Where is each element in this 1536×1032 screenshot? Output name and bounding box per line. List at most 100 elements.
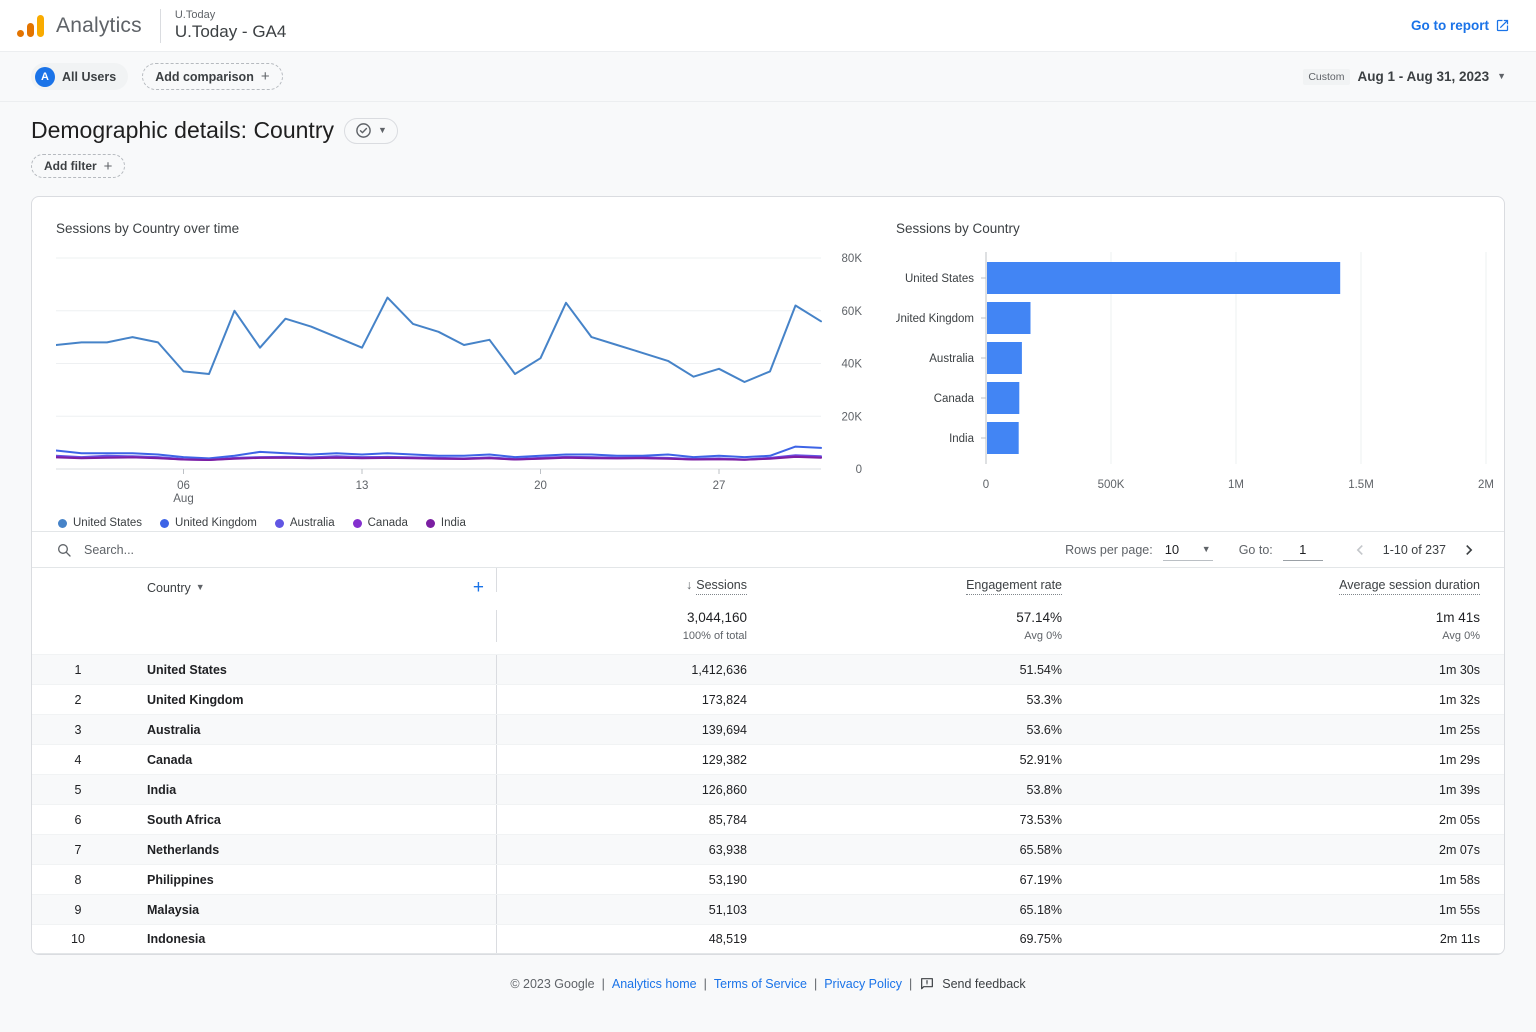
row-engagement: 53.3% xyxy=(759,693,1074,707)
svg-text:20K: 20K xyxy=(842,411,863,423)
row-country: South Africa xyxy=(124,813,496,827)
dimension-header-label[interactable]: Country xyxy=(147,581,191,595)
previous-page-button[interactable] xyxy=(1349,539,1371,561)
svg-text:13: 13 xyxy=(356,480,369,492)
totals-duration: 1m 41s Avg 0% xyxy=(1074,610,1504,642)
legend-dot-icon xyxy=(58,519,67,528)
engagement-header-label[interactable]: Engagement rate xyxy=(966,578,1062,595)
report-status-menu[interactable]: ▼ xyxy=(344,118,398,144)
analytics-home-link[interactable]: Analytics home xyxy=(612,977,697,991)
go-to-report-link[interactable]: Go to report xyxy=(1411,18,1510,33)
table-row: 3Australia139,69453.6%1m 25s xyxy=(32,714,1504,744)
send-feedback-label: Send feedback xyxy=(942,977,1025,991)
svg-text:India: India xyxy=(949,433,975,445)
totals-engagement: 57.14% Avg 0% xyxy=(759,610,1074,642)
add-comparison-chip[interactable]: Add comparison + xyxy=(142,63,282,90)
next-page-button[interactable] xyxy=(1458,539,1480,561)
plus-icon: + xyxy=(104,159,113,174)
row-country: India xyxy=(124,783,496,797)
row-sessions: 173,824 xyxy=(496,685,759,714)
duration-header-label[interactable]: Average session duration xyxy=(1339,578,1480,595)
comparison-bar: A All Users Add comparison + Custom Aug … xyxy=(0,52,1536,102)
totals-sessions-value: 3,044,160 xyxy=(497,610,747,625)
row-engagement: 52.91% xyxy=(759,753,1074,767)
legend-label: India xyxy=(441,517,466,529)
table-row: 5India126,86053.8%1m 39s xyxy=(32,774,1504,804)
svg-text:1M: 1M xyxy=(1228,479,1244,491)
legend-label: United Kingdom xyxy=(175,517,257,529)
line-chart-title: Sessions by Country over time xyxy=(56,221,866,236)
property-switcher[interactable]: U.Today U.Today - GA4 xyxy=(175,9,287,42)
rows-per-page-select[interactable]: 10 ▼ xyxy=(1163,539,1213,561)
date-range-picker[interactable]: Custom Aug 1 - Aug 31, 2023 ▼ xyxy=(1303,69,1506,85)
totals-sessions: 3,044,160 100% of total xyxy=(496,610,759,642)
sessions-column-header: ↓ Sessions xyxy=(496,568,759,592)
svg-text:Aug: Aug xyxy=(173,493,193,505)
svg-text:0: 0 xyxy=(856,464,862,476)
row-duration: 1m 55s xyxy=(1074,903,1504,917)
svg-text:0: 0 xyxy=(983,479,989,491)
row-country: Philippines xyxy=(124,873,496,887)
brand-name: Analytics xyxy=(56,14,142,38)
legend-dot-icon xyxy=(160,519,169,528)
separator: | xyxy=(602,977,605,991)
privacy-policy-link[interactable]: Privacy Policy xyxy=(824,977,902,991)
row-rank: 8 xyxy=(32,873,124,887)
row-sessions: 126,860 xyxy=(496,775,759,804)
svg-text:20: 20 xyxy=(534,480,547,492)
property-label: U.Today - GA4 xyxy=(175,22,287,42)
add-filter-chip[interactable]: Add filter + xyxy=(31,154,125,178)
row-engagement: 53.8% xyxy=(759,783,1074,797)
plus-icon: + xyxy=(261,69,270,84)
send-feedback-button[interactable]: Send feedback xyxy=(919,976,1025,992)
row-country: United States xyxy=(124,663,496,677)
chevron-down-icon[interactable]: ▼ xyxy=(196,583,205,592)
sort-descending-icon: ↓ xyxy=(686,578,692,592)
row-sessions: 53,190 xyxy=(496,865,759,894)
row-sessions: 1,412,636 xyxy=(496,655,759,684)
row-duration: 1m 32s xyxy=(1074,693,1504,707)
row-engagement: 67.19% xyxy=(759,873,1074,887)
go-to-page-input[interactable] xyxy=(1283,539,1323,561)
analytics-brand[interactable]: Analytics xyxy=(16,14,142,38)
add-dimension-button[interactable]: + xyxy=(473,578,484,597)
feedback-icon xyxy=(919,976,935,992)
row-sessions: 129,382 xyxy=(496,745,759,774)
table-row: 7Netherlands63,93865.58%2m 07s xyxy=(32,834,1504,864)
search-input[interactable] xyxy=(82,542,362,558)
row-rank: 5 xyxy=(32,783,124,797)
row-rank: 6 xyxy=(32,813,124,827)
terms-of-service-link[interactable]: Terms of Service xyxy=(714,977,807,991)
legend-item: India xyxy=(426,517,466,529)
svg-text:500K: 500K xyxy=(1098,479,1125,491)
legend-item: United States xyxy=(58,517,142,529)
row-rank: 10 xyxy=(32,932,124,946)
row-duration: 1m 39s xyxy=(1074,783,1504,797)
row-engagement: 65.58% xyxy=(759,843,1074,857)
line-chart-section: Sessions by Country over time 020K40K60K… xyxy=(56,221,866,529)
separator: | xyxy=(814,977,817,991)
table-row: 8Philippines53,19067.19%1m 58s xyxy=(32,864,1504,894)
svg-text:Australia: Australia xyxy=(929,353,974,365)
date-range-value: Aug 1 - Aug 31, 2023 xyxy=(1358,69,1490,84)
divider xyxy=(160,9,161,43)
search-box xyxy=(56,542,396,558)
row-duration: 2m 07s xyxy=(1074,843,1504,857)
row-sessions: 63,938 xyxy=(496,835,759,864)
all-users-chip[interactable]: A All Users xyxy=(31,63,128,90)
row-duration: 1m 30s xyxy=(1074,663,1504,677)
totals-engagement-value: 57.14% xyxy=(759,610,1062,625)
svg-text:Canada: Canada xyxy=(934,393,975,405)
app-header: Analytics U.Today U.Today - GA4 Go to re… xyxy=(0,0,1536,52)
page-title: Demographic details: Country xyxy=(31,117,334,144)
sessions-header-label[interactable]: Sessions xyxy=(696,578,747,595)
report-title-row: Demographic details: Country ▼ xyxy=(0,102,1536,144)
rows-per-page-label: Rows per page: xyxy=(1065,543,1153,557)
row-engagement: 51.54% xyxy=(759,663,1074,677)
totals-sessions-sub: 100% of total xyxy=(497,630,747,642)
pagination-range: 1-10 of 237 xyxy=(1383,543,1446,557)
row-rank: 3 xyxy=(32,723,124,737)
charts-row: Sessions by Country over time 020K40K60K… xyxy=(32,197,1504,531)
chevron-down-icon: ▼ xyxy=(1202,545,1211,554)
legend-item: Australia xyxy=(275,517,335,529)
